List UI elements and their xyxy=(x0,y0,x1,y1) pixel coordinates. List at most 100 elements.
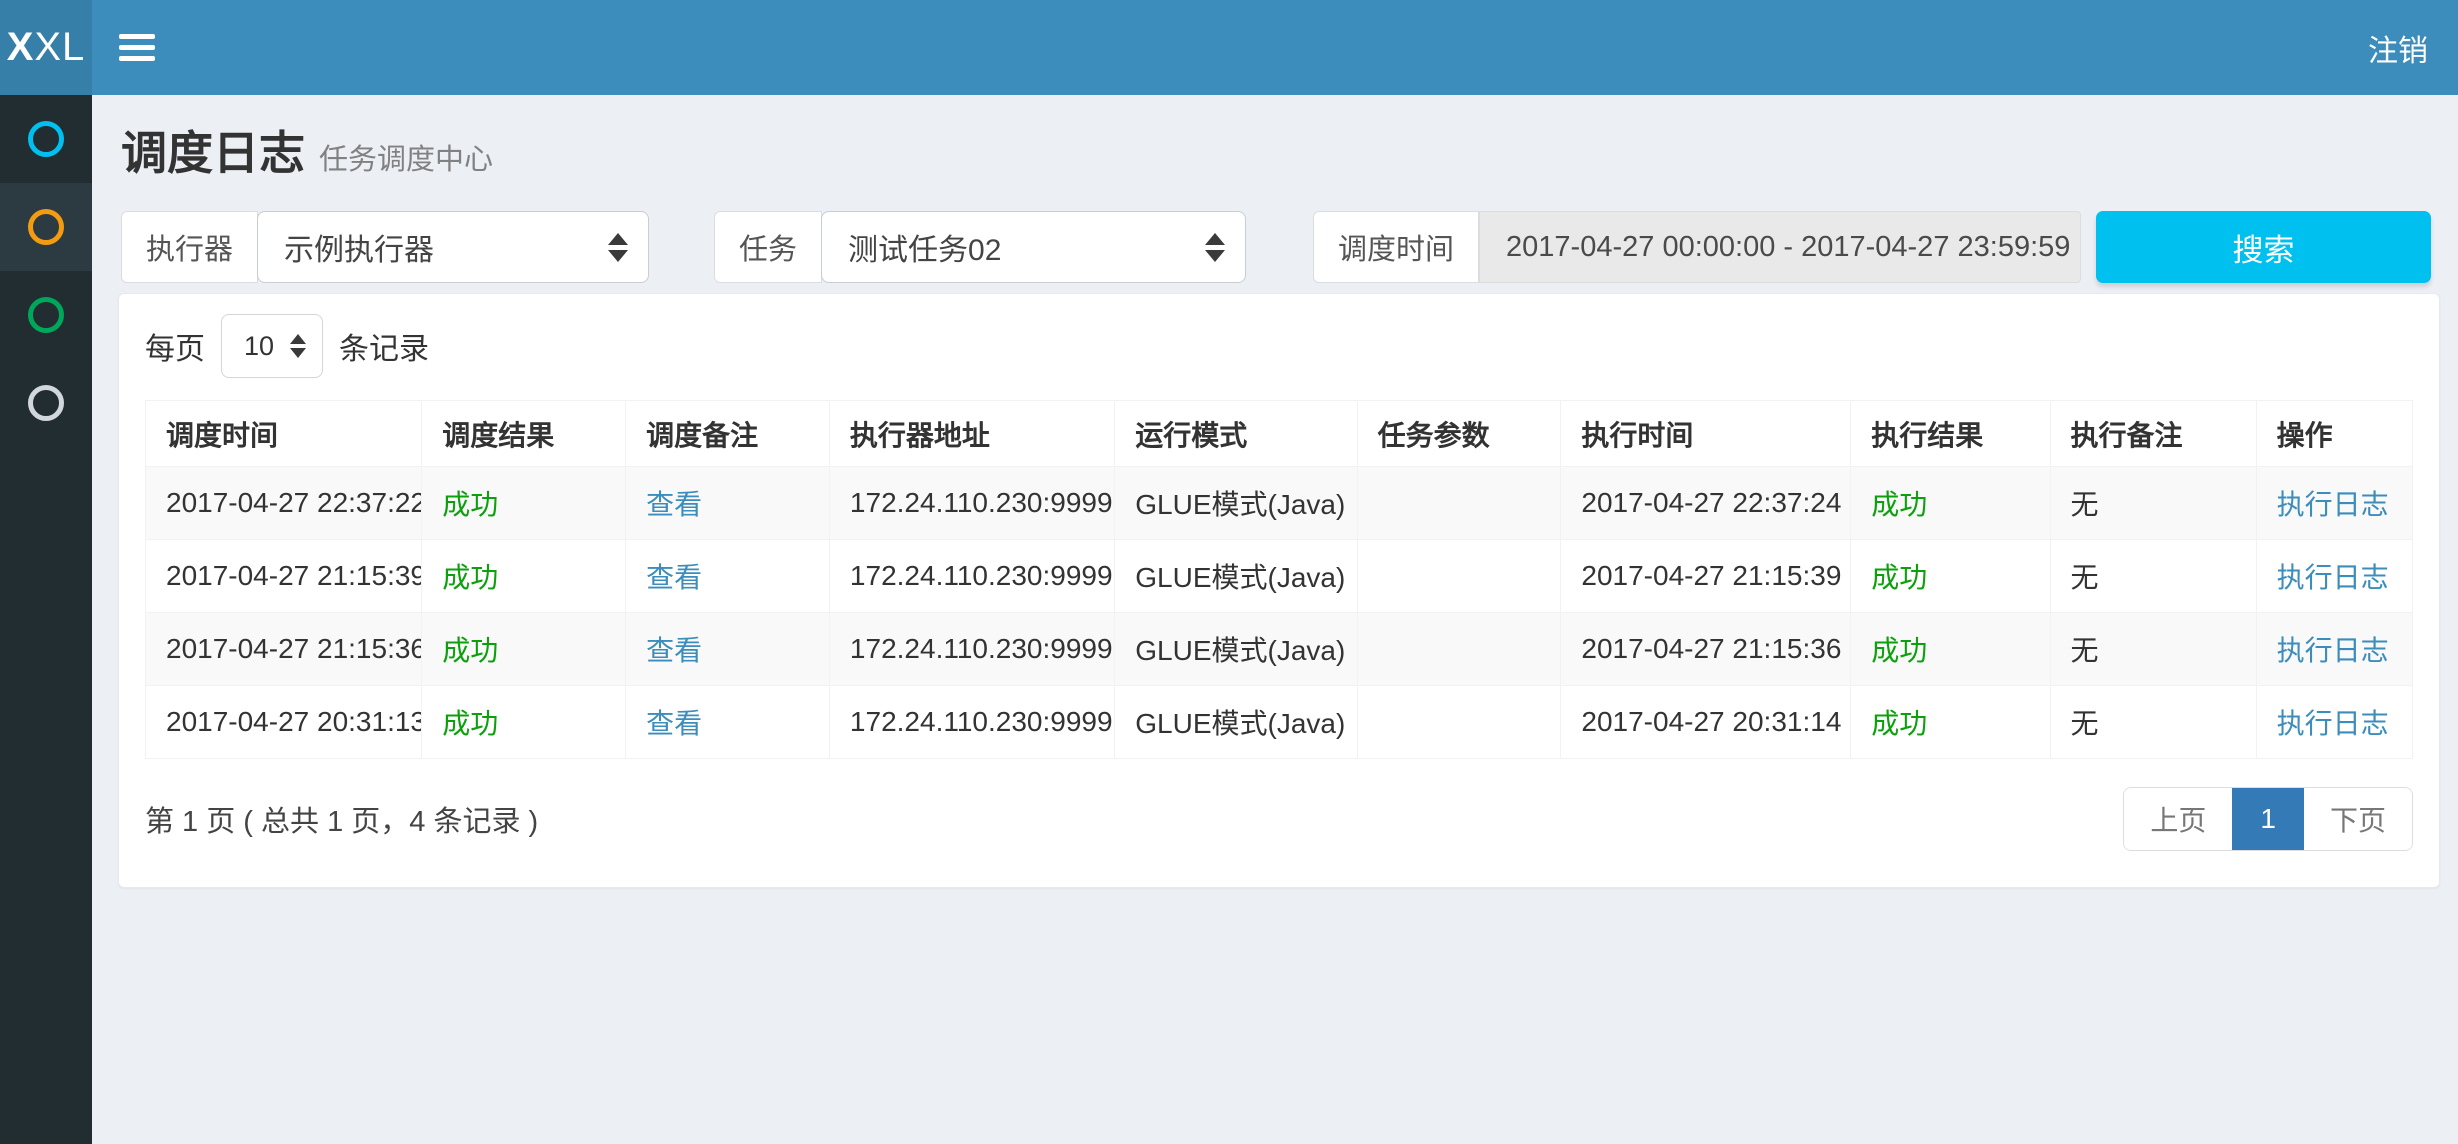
page-size-stepper[interactable]: 10 xyxy=(221,314,323,378)
stepper-arrows-icon xyxy=(290,334,306,358)
pagination-prev-button[interactable]: 上页 xyxy=(2124,788,2232,850)
job-select-value: 测试任务02 xyxy=(848,225,1001,269)
cell-handle-time: 2017-04-27 22:37:24 xyxy=(1561,467,1851,540)
job-filter-group: 任务 测试任务02 xyxy=(714,211,1246,283)
cell-trigger-time: 2017-04-27 21:15:39 xyxy=(146,540,422,613)
pagination-summary: 第 1 页 ( 总共 1 页，4 条记录 ) xyxy=(145,798,538,840)
cell-trigger-time: 2017-04-27 21:15:36 xyxy=(146,613,422,686)
pagination-page-1-active[interactable]: 1 xyxy=(2232,788,2304,850)
circle-icon xyxy=(28,297,64,333)
main-content: 调度日志 任务调度中心 执行器 示例执行器 任务 测试任务02 调度时间 201… xyxy=(92,95,2458,1144)
cell-trigger-result: 成功 xyxy=(422,613,626,686)
page-size-row: 每页 10 条记录 xyxy=(145,314,2413,378)
hamburger-icon xyxy=(119,34,155,61)
trigger-time-filter-group: 调度时间 2017-04-27 00:00:00 - 2017-04-27 23… xyxy=(1313,211,2081,283)
page-subtitle: 任务调度中心 xyxy=(319,136,493,178)
execution-log-link[interactable]: 执行日志 xyxy=(2256,686,2412,759)
executor-filter-label: 执行器 xyxy=(121,211,258,283)
page-size-suffix-label: 条记录 xyxy=(339,324,429,368)
cell-job-params xyxy=(1357,686,1561,759)
sidebar-item-1[interactable] xyxy=(0,95,92,183)
table-row: 2017-04-27 20:31:13 成功 查看 172.24.110.230… xyxy=(146,686,2413,759)
view-trigger-msg-link[interactable]: 查看 xyxy=(626,467,830,540)
col-header-trigger-result: 调度结果 xyxy=(422,401,626,467)
col-header-handle-result: 执行结果 xyxy=(1851,401,2050,467)
cell-handle-msg: 无 xyxy=(2050,613,2256,686)
col-header-handle-msg: 执行备注 xyxy=(2050,401,2256,467)
cell-handle-result: 成功 xyxy=(1851,467,2050,540)
executor-filter-group: 执行器 示例执行器 xyxy=(121,211,649,283)
cell-glue-type: GLUE模式(Java) xyxy=(1115,467,1357,540)
cell-executor-address: 172.24.110.230:9999 xyxy=(829,540,1114,613)
col-header-actions: 操作 xyxy=(2256,401,2412,467)
cell-trigger-time: 2017-04-27 20:31:13 xyxy=(146,686,422,759)
cell-handle-msg: 无 xyxy=(2050,540,2256,613)
col-header-trigger-msg: 调度备注 xyxy=(626,401,830,467)
table-header-row: 调度时间 调度结果 调度备注 执行器地址 运行模式 任务参数 执行时间 执行结果… xyxy=(146,401,2413,467)
job-select[interactable]: 测试任务02 xyxy=(821,211,1246,283)
execution-log-link[interactable]: 执行日志 xyxy=(2256,467,2412,540)
cell-trigger-result: 成功 xyxy=(422,540,626,613)
col-header-address: 执行器地址 xyxy=(829,401,1114,467)
circle-icon xyxy=(28,385,64,421)
cell-handle-time: 2017-04-27 21:15:39 xyxy=(1561,540,1851,613)
job-filter-label: 任务 xyxy=(714,211,822,283)
cell-handle-time: 2017-04-27 21:15:36 xyxy=(1561,613,1851,686)
table-footer: 第 1 页 ( 总共 1 页，4 条记录 ) 上页 1 下页 xyxy=(145,787,2413,851)
sidebar-item-3[interactable] xyxy=(0,271,92,359)
logout-link[interactable]: 注销 xyxy=(2338,0,2458,95)
page-size-prefix-label: 每页 xyxy=(145,324,205,368)
page-title: 调度日志 xyxy=(121,117,305,183)
trigger-time-range-input[interactable]: 2017-04-27 00:00:00 - 2017-04-27 23:59:5… xyxy=(1479,211,2081,283)
log-table-panel: 每页 10 条记录 调度时间 调度结果 调度备注 执行器地址 运行模式 任务参数 xyxy=(118,293,2440,888)
logo-text-bold: X xyxy=(7,25,35,70)
cell-handle-time: 2017-04-27 20:31:14 xyxy=(1561,686,1851,759)
col-header-handle-time: 执行时间 xyxy=(1561,401,1851,467)
executor-select[interactable]: 示例执行器 xyxy=(257,211,649,283)
select-arrows-icon xyxy=(1181,233,1225,262)
page-size-value: 10 xyxy=(244,331,274,362)
execution-log-link[interactable]: 执行日志 xyxy=(2256,613,2412,686)
col-header-trigger-time: 调度时间 xyxy=(146,401,422,467)
executor-select-value: 示例执行器 xyxy=(284,225,434,269)
app-logo[interactable]: XXL xyxy=(0,0,92,95)
cell-executor-address: 172.24.110.230:9999 xyxy=(829,613,1114,686)
sidebar-item-4[interactable] xyxy=(0,359,92,447)
select-arrows-icon xyxy=(584,233,628,262)
cell-glue-type: GLUE模式(Java) xyxy=(1115,540,1357,613)
view-trigger-msg-link[interactable]: 查看 xyxy=(626,613,830,686)
circle-icon xyxy=(28,121,64,157)
cell-trigger-result: 成功 xyxy=(422,467,626,540)
top-navbar: XXL 注销 xyxy=(0,0,2458,95)
pagination: 上页 1 下页 xyxy=(2123,787,2413,851)
cell-job-params xyxy=(1357,467,1561,540)
schedule-log-table: 调度时间 调度结果 调度备注 执行器地址 运行模式 任务参数 执行时间 执行结果… xyxy=(145,400,2413,759)
cell-handle-result: 成功 xyxy=(1851,613,2050,686)
logo-text-light: XL xyxy=(34,25,85,70)
cell-glue-type: GLUE模式(Java) xyxy=(1115,613,1357,686)
view-trigger-msg-link[interactable]: 查看 xyxy=(626,540,830,613)
cell-handle-msg: 无 xyxy=(2050,467,2256,540)
pagination-next-button[interactable]: 下页 xyxy=(2304,788,2412,850)
cell-job-params xyxy=(1357,613,1561,686)
search-button[interactable]: 搜索 xyxy=(2096,211,2431,283)
trigger-time-label: 调度时间 xyxy=(1313,211,1479,283)
content-header: 调度日志 任务调度中心 xyxy=(92,95,2458,183)
cell-handle-result: 成功 xyxy=(1851,540,2050,613)
table-row: 2017-04-27 21:15:39 成功 查看 172.24.110.230… xyxy=(146,540,2413,613)
execution-log-link[interactable]: 执行日志 xyxy=(2256,540,2412,613)
cell-handle-result: 成功 xyxy=(1851,686,2050,759)
sidebar-toggle-button[interactable] xyxy=(92,0,182,95)
sidebar xyxy=(0,95,92,1144)
table-row: 2017-04-27 22:37:22 成功 查看 172.24.110.230… xyxy=(146,467,2413,540)
cell-glue-type: GLUE模式(Java) xyxy=(1115,686,1357,759)
col-header-params: 任务参数 xyxy=(1357,401,1561,467)
view-trigger-msg-link[interactable]: 查看 xyxy=(626,686,830,759)
cell-executor-address: 172.24.110.230:9999 xyxy=(829,686,1114,759)
sidebar-item-2-active[interactable] xyxy=(0,183,92,271)
cell-trigger-result: 成功 xyxy=(422,686,626,759)
cell-executor-address: 172.24.110.230:9999 xyxy=(829,467,1114,540)
table-row: 2017-04-27 21:15:36 成功 查看 172.24.110.230… xyxy=(146,613,2413,686)
col-header-glue-type: 运行模式 xyxy=(1115,401,1357,467)
circle-icon xyxy=(28,209,64,245)
